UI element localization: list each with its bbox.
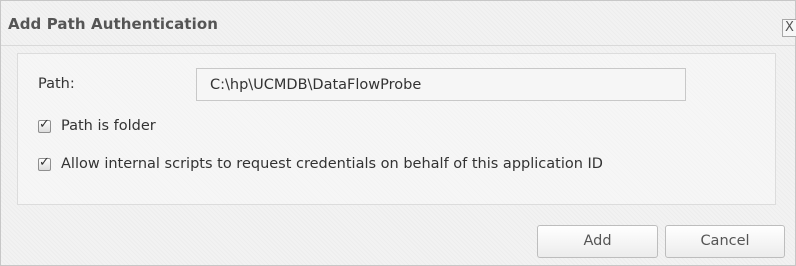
- dialog-titlebar: Add Path Authentication X: [1, 1, 796, 46]
- allow-internal-scripts-label: Allow internal scripts to request creden…: [61, 156, 603, 172]
- checkmark-icon: ✓: [39, 154, 50, 170]
- path-label: Path:: [38, 76, 75, 92]
- dialog-title: Add Path Authentication: [8, 15, 218, 33]
- allow-internal-scripts-row: ✓ Allow internal scripts to request cred…: [38, 154, 603, 172]
- path-input[interactable]: [196, 68, 686, 101]
- path-is-folder-label: Path is folder: [61, 118, 156, 134]
- close-button[interactable]: X: [782, 19, 796, 37]
- path-is-folder-checkbox[interactable]: ✓: [38, 116, 51, 133]
- add-button[interactable]: Add: [537, 225, 658, 258]
- allow-internal-scripts-checkbox[interactable]: ✓: [38, 154, 51, 171]
- checkmark-icon: ✓: [39, 116, 50, 132]
- cancel-button[interactable]: Cancel: [665, 225, 785, 258]
- close-icon: X: [785, 20, 794, 35]
- add-path-authentication-dialog: Add Path Authentication X Path: ✓ Path i…: [0, 0, 796, 266]
- path-is-folder-row: ✓ Path is folder: [38, 116, 156, 134]
